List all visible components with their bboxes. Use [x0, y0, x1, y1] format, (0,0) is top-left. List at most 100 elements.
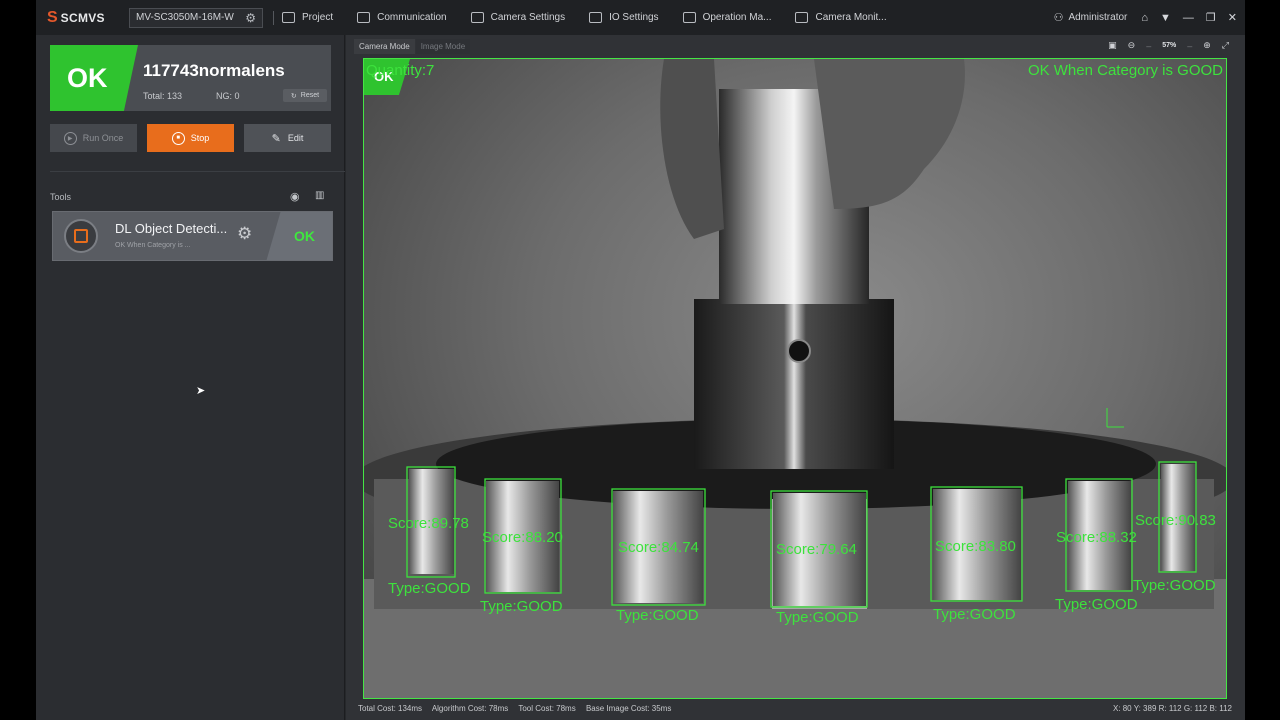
nav-operation[interactable]: Operation Ma... — [682, 12, 772, 23]
detection-score: Score:79.64 — [776, 541, 857, 558]
tool-name: DL Object Detecti... — [115, 221, 228, 236]
communication-icon — [357, 12, 371, 23]
divider: – — [1187, 40, 1193, 51]
tool-item-dl-object-detection[interactable]: DL Object Detecti... OK When Category is… — [52, 211, 333, 261]
user-name[interactable]: Administrator — [1068, 12, 1127, 23]
main-nav: Project Communication Camera Settings IO… — [282, 12, 911, 23]
edit-button[interactable]: ✎ Edit — [244, 124, 331, 152]
zoom-in-icon[interactable]: ⊕ — [1203, 40, 1211, 51]
nav-label: Operation Ma... — [702, 12, 772, 23]
reset-button[interactable]: ↻ Reset — [283, 89, 327, 102]
rule-label: OK When Category is GOOD — [1027, 62, 1223, 79]
tab-camera-mode[interactable]: Camera Mode — [354, 39, 415, 54]
top-bar: S SCMVS MV-SC3050M-16M-W ⚙ Project Commu… — [36, 0, 1245, 35]
status-bar: Total Cost: 134ms Algorithm Cost: 78ms T… — [358, 704, 679, 713]
logo-icon: S — [47, 8, 58, 26]
run-once-label: Run Once — [82, 133, 124, 143]
detection-score: Score:88.32 — [1056, 529, 1137, 546]
tab-image-mode[interactable]: Image Mode — [415, 39, 471, 54]
nav-label: Project — [302, 12, 334, 23]
tool-settings-gear-icon[interactable]: ⚙ — [237, 224, 252, 244]
result-card: OK 117743normalens Total: 133 NG: 0 ↻ Res… — [50, 45, 331, 111]
zoom-level: 57% — [1162, 42, 1177, 49]
camera-image[interactable]: Score:89.78 Type:GOOD Score:88.20 Type:G… — [363, 58, 1227, 699]
solution-name: 117743normalens — [143, 61, 285, 80]
stop-button[interactable]: ■ Stop — [147, 124, 234, 152]
play-icon: ▶ — [63, 131, 77, 145]
user-icon: ⚇ — [1053, 12, 1064, 24]
image-viewer: Camera Mode Image Mode ▣ ⊖ – 57% – ⊕ ⤢ S… — [346, 35, 1245, 720]
tool-cost: Tool Cost: 78ms — [518, 704, 576, 713]
app-logo: S SCMVS — [47, 9, 119, 27]
ng-count: NG: 0 — [216, 91, 240, 101]
device-name: MV-SC3050M-16M-W — [136, 12, 234, 23]
nav-label: Communication — [377, 12, 447, 23]
quantity-label: Quantity:7 — [366, 62, 435, 79]
detection-type: Type:GOOD — [776, 609, 859, 626]
detection-type: Type:GOOD — [933, 606, 1016, 623]
tool-status: OK — [294, 228, 315, 244]
operation-icon — [682, 12, 696, 23]
stop-label: Stop — [190, 133, 210, 143]
detection-type: Type:GOOD — [388, 580, 471, 597]
detection-type: Type:GOOD — [1055, 596, 1138, 613]
image-options-icon[interactable]: ▣ — [1108, 40, 1117, 51]
scene-drawing: Score:89.78 Type:GOOD Score:88.20 Type:G… — [364, 59, 1226, 698]
detection-score: Score:88.20 — [482, 529, 563, 546]
detection-score: Score:89.78 — [388, 515, 469, 532]
nav-camera-monitor[interactable]: Camera Monit... — [795, 12, 887, 23]
tool-description: OK When Category is ... — [115, 242, 191, 249]
action-buttons: ▶ Run Once ■ Stop ✎ Edit — [50, 124, 341, 152]
fit-screen-icon[interactable]: ⤢ — [1222, 40, 1229, 51]
divider: – — [1146, 40, 1152, 51]
pencil-icon: ✎ — [271, 132, 281, 145]
stop-icon: ■ — [171, 131, 185, 145]
total-count: Total: 133 — [143, 91, 183, 101]
restore-icon[interactable]: ❐ — [1206, 11, 1216, 24]
edit-label: Edit — [287, 133, 304, 143]
detection-type: Type:GOOD — [616, 607, 699, 624]
chart-icon[interactable]: ▥ — [315, 190, 324, 201]
algorithm-cost: Algorithm Cost: 78ms — [431, 704, 509, 713]
run-once-button[interactable]: ▶ Run Once — [50, 124, 137, 152]
nav-label: Camera Settings — [490, 12, 566, 23]
nav-io-settings[interactable]: IO Settings — [589, 12, 659, 23]
base-image-cost: Base Image Cost: 35ms — [585, 704, 672, 713]
tools-heading: Tools — [50, 192, 72, 202]
reset-label: Reset — [300, 92, 320, 99]
project-icon — [282, 12, 295, 23]
top-right-controls: ⚇ Administrator ⌂ ▼ — ❐ ✕ — [1054, 0, 1237, 35]
origin-axis-icon — [1106, 408, 1124, 428]
view-toolbar: ▣ ⊖ – 57% – ⊕ ⤢ — [1097, 40, 1229, 51]
device-settings-gear-icon[interactable]: ⚙ — [245, 11, 256, 25]
io-icon — [589, 12, 603, 23]
nav-project[interactable]: Project — [282, 12, 333, 23]
detection-type: Type:GOOD — [480, 598, 563, 615]
camera-icon — [470, 12, 484, 23]
detection-score: Score:90.83 — [1135, 512, 1216, 529]
minimize-icon[interactable]: — — [1183, 12, 1194, 24]
mode-tabs: Camera Mode Image Mode — [354, 39, 471, 54]
detection-type: Type:GOOD — [1133, 577, 1216, 594]
reset-icon: ↻ — [290, 92, 297, 100]
nav-camera-settings[interactable]: Camera Settings — [470, 12, 566, 23]
detection-score: Score:83.80 — [935, 538, 1016, 555]
nav-label: Camera Monit... — [815, 12, 887, 23]
eye-icon[interactable]: ◉ — [290, 190, 300, 203]
monitor-icon — [795, 12, 809, 23]
divider — [273, 10, 274, 25]
divider — [50, 171, 345, 172]
zoom-out-icon[interactable]: ⊖ — [1128, 40, 1136, 51]
menu-dropdown-icon[interactable]: ▼ — [1160, 12, 1171, 24]
device-selector[interactable]: MV-SC3050M-16M-W ⚙ — [129, 7, 263, 28]
object-detection-icon — [64, 219, 98, 253]
app-name: SCMVS — [60, 10, 105, 25]
detection-score: Score:84.74 — [618, 539, 699, 556]
nav-communication[interactable]: Communication — [357, 12, 447, 23]
pixel-coordinates: X: 80 Y: 389 R: 112 G: 112 B: 112 — [1112, 704, 1232, 713]
app-window: S SCMVS MV-SC3050M-16M-W ⚙ Project Commu… — [36, 0, 1245, 720]
home-icon[interactable]: ⌂ — [1141, 12, 1148, 24]
close-icon[interactable]: ✕ — [1228, 11, 1237, 24]
mouse-cursor-icon: ➤ — [196, 385, 206, 397]
left-panel: OK 117743normalens Total: 133 NG: 0 ↻ Res… — [36, 35, 345, 720]
